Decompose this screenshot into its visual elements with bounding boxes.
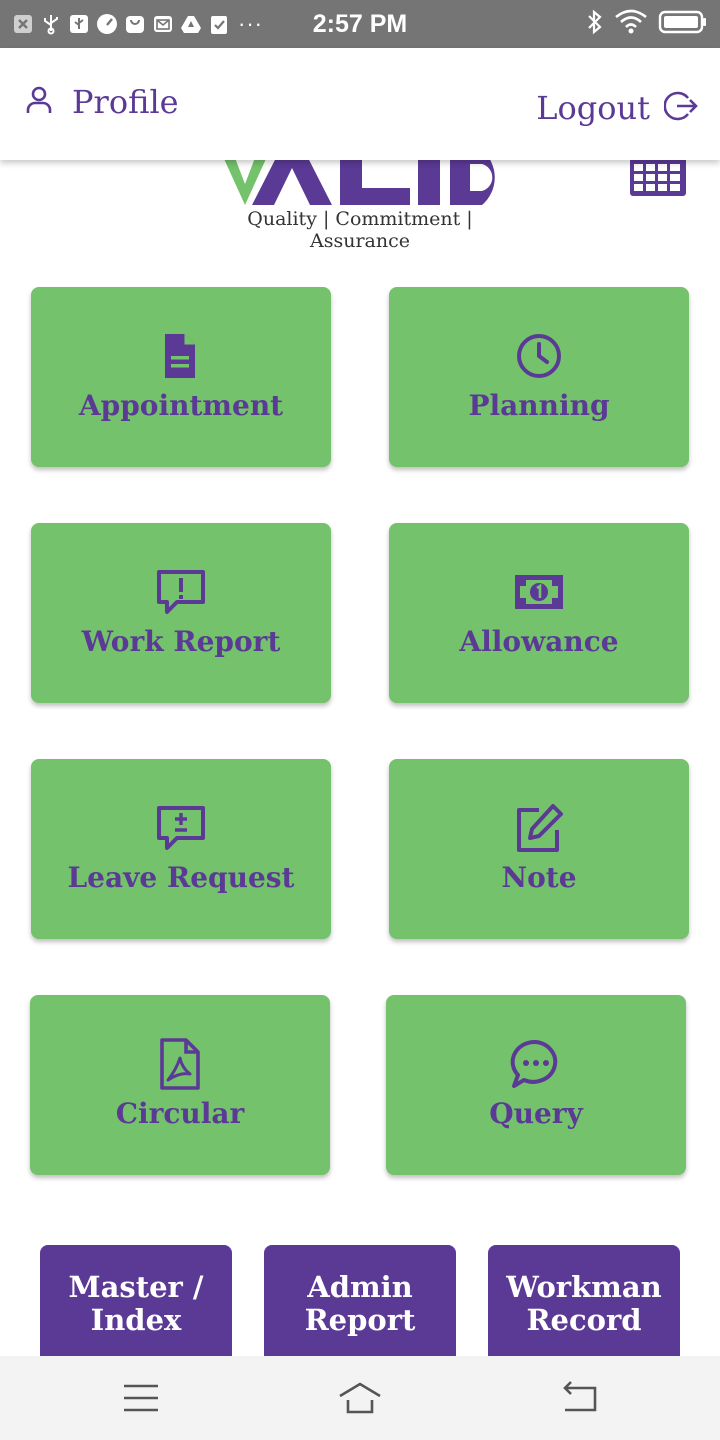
edit-note-icon [513, 802, 565, 854]
allowance-label: Allowance [459, 625, 619, 658]
clock-icon [513, 330, 565, 382]
note-label: Note [501, 861, 577, 894]
planning-label: Planning [468, 389, 610, 422]
document-icon [155, 330, 207, 382]
calendar-button[interactable] [628, 158, 688, 198]
home-nav-button[interactable] [338, 1378, 382, 1418]
note-tile[interactable]: Note [389, 759, 689, 939]
logo-tagline: Quality | Commitment | Assurance [247, 208, 473, 252]
appointment-tile[interactable]: Appointment [31, 287, 331, 467]
profile-button[interactable]: Profile [24, 82, 179, 122]
status-bar: ··· 2:57 PM [0, 0, 720, 48]
query-tile[interactable]: Query [386, 995, 686, 1175]
app-header: Profile Logout [0, 48, 720, 160]
master-index-label-line2: Index [90, 1303, 182, 1337]
work-report-tile[interactable]: Work Report [31, 523, 331, 703]
chat-bubble-icon [510, 1038, 562, 1090]
profile-label: Profile [72, 83, 179, 121]
appointment-label: Appointment [78, 389, 284, 422]
workman-record-label-line1: Workman [506, 1270, 662, 1304]
app-logo: Quality | Commitment | Assurance [200, 160, 530, 252]
admin-report-label-line2: Report [304, 1303, 416, 1337]
logout-icon [663, 89, 698, 127]
logo-mark-image [224, 160, 495, 205]
back-icon [563, 1381, 597, 1412]
wifi-icon [614, 9, 648, 40]
alert-message-icon [155, 566, 207, 618]
pdf-file-icon [154, 1038, 206, 1090]
master-index-button[interactable]: Master / Index [40, 1245, 232, 1365]
logout-label: Logout [536, 89, 650, 127]
user-icon [24, 85, 54, 119]
admin-report-button[interactable]: Admin Report [264, 1245, 456, 1365]
system-navigation-bar [0, 1356, 720, 1440]
allowance-tile[interactable]: Allowance [389, 523, 689, 703]
home-icon [339, 1382, 381, 1414]
money-bill-icon [513, 566, 565, 618]
work-report-label: Work Report [81, 625, 281, 658]
leave-request-tile[interactable]: Leave Request [31, 759, 331, 939]
battery-icon [658, 9, 708, 40]
calendar-icon [630, 158, 686, 196]
bluetooth-icon [586, 9, 604, 40]
menu-nav-button[interactable] [119, 1378, 163, 1418]
master-index-label-line1: Master / [68, 1270, 204, 1304]
plus-minus-message-icon [155, 802, 207, 854]
leave-request-label: Leave Request [67, 861, 295, 894]
menu-icon [124, 1384, 158, 1412]
logout-button[interactable]: Logout [536, 88, 698, 128]
query-label: Query [489, 1097, 583, 1130]
back-nav-button[interactable] [557, 1378, 601, 1418]
planning-tile[interactable]: Planning [389, 287, 689, 467]
workman-record-label-line2: Record [526, 1303, 642, 1337]
circular-tile[interactable]: Circular [30, 995, 330, 1175]
status-system-icons [586, 9, 708, 40]
circular-label: Circular [115, 1097, 245, 1130]
admin-report-label-line1: Admin [307, 1270, 413, 1304]
workman-record-button[interactable]: Workman Record [488, 1245, 680, 1365]
